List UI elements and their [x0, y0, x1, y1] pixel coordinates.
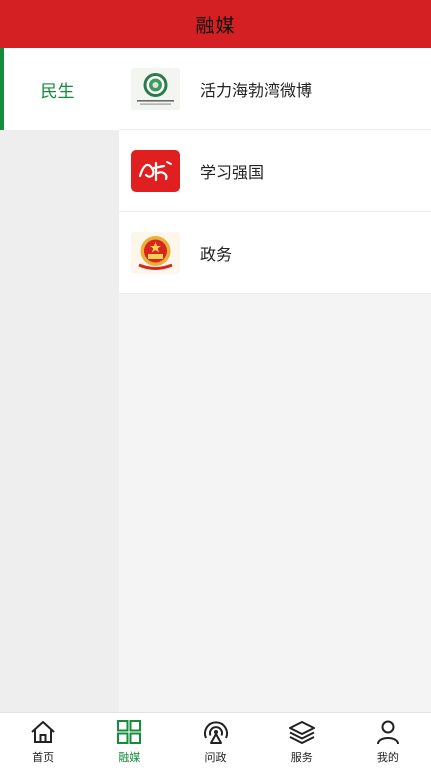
- tab-home[interactable]: 首页: [0, 713, 86, 768]
- list-item-label: 活力海勃湾微博: [200, 80, 313, 100]
- tab-label: 服务: [290, 751, 313, 764]
- tab-label: 我的: [376, 751, 399, 764]
- user-icon: [376, 720, 399, 745]
- page-title: 融媒: [195, 14, 236, 37]
- list-item-weibo[interactable]: 活力海勃湾微博: [119, 48, 431, 130]
- home-icon: [31, 721, 55, 743]
- list-item-xuexi[interactable]: 学习强国: [119, 130, 431, 212]
- national-emblem-icon: [131, 231, 180, 274]
- xuexi-qiangguo-icon: [131, 149, 180, 192]
- top-header: 融媒: [0, 0, 431, 48]
- weibo-emblem-icon: [131, 67, 180, 110]
- app-screen: 融媒 民生 活力海勃湾微博 学习强国 政务 首页 融媒 问政 服务 我的: [0, 0, 431, 768]
- tab-fuwu[interactable]: 服务: [259, 713, 345, 768]
- grid-icon: [117, 720, 142, 744]
- tab-wenzheng[interactable]: 问政: [172, 713, 258, 768]
- layers-icon: [288, 721, 315, 744]
- list-item-label: 政务: [200, 244, 233, 264]
- media-list: 活力海勃湾微博 学习强国 政务: [119, 48, 431, 712]
- category-sidebar: 民生: [0, 48, 119, 712]
- tab-rongmei[interactable]: 融媒: [86, 713, 172, 768]
- broadcast-icon: [203, 721, 228, 744]
- tab-mine[interactable]: 我的: [345, 713, 431, 768]
- tab-label: 首页: [32, 751, 55, 764]
- sidebar-item-label: 民生: [40, 81, 75, 102]
- sidebar-item-minsheng[interactable]: 民生: [0, 48, 119, 130]
- list-item-label: 学习强国: [200, 162, 265, 182]
- tab-label: 问政: [204, 751, 227, 764]
- tab-label: 融媒: [118, 751, 141, 764]
- bottom-tab-bar: 首页 融媒 问政 服务 我的: [0, 712, 431, 768]
- list-item-zhengwu[interactable]: 政务: [119, 212, 431, 294]
